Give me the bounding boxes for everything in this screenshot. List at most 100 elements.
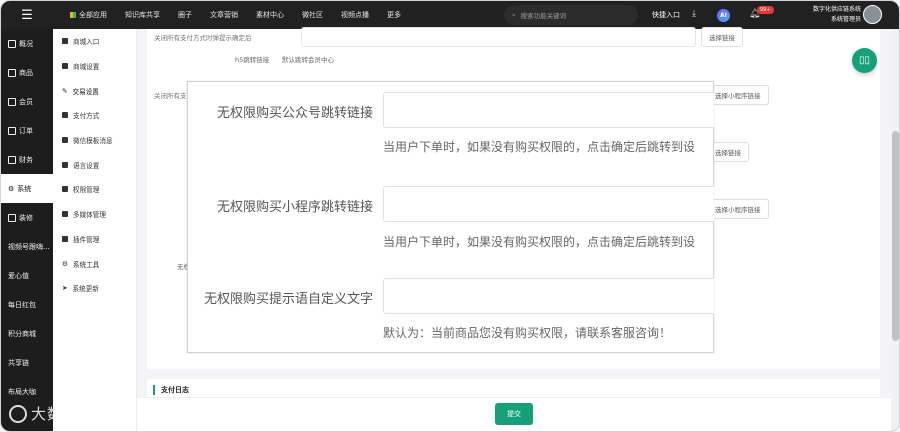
bg-row4-select-miniprogram-button[interactable]: 选择小程序链接	[707, 199, 769, 219]
overview-icon	[8, 39, 16, 48]
subnav-label: 多媒体管理	[73, 211, 106, 220]
top-nav-community[interactable]: 微社区	[293, 10, 332, 20]
download-icon[interactable]: ⤓	[692, 9, 696, 19]
sidebar-item-points-mall[interactable]: 积分商城	[1, 319, 53, 348]
sidebar-item-system[interactable]: ⚙ 系统	[1, 174, 53, 203]
settings-icon	[62, 63, 68, 70]
official-account-link-input[interactable]	[383, 92, 714, 128]
subnav-label: 系统更新	[72, 285, 99, 294]
subnav-item-wechat-template[interactable]: 微信模板消息	[53, 128, 136, 153]
search-input[interactable]: ⌕ 搜索功能关键词	[504, 5, 638, 25]
field-hint-custom-tip-text: 默认为：当前商品您没有购买权限，请联系客服咨询！	[383, 326, 672, 340]
sidebar-item-label: 爱心值	[8, 271, 29, 280]
sidebar-item-order[interactable]: 订单	[1, 116, 53, 145]
subnav-item-update[interactable]: ➤ 系统更新	[53, 276, 136, 301]
sidebar-item-goods[interactable]: 商品	[1, 58, 53, 87]
subnav-item-language[interactable]: 语言设置	[53, 152, 136, 177]
subnav-item-media[interactable]: 多媒体管理	[53, 202, 136, 227]
sidebar-item-label: 会员	[19, 97, 33, 106]
sidebar-item-share-chain[interactable]: 共享链	[1, 348, 53, 377]
book-icon[interactable]: ▯▯	[852, 48, 877, 73]
member-icon	[8, 97, 16, 106]
sidebar-item-member[interactable]: 会员	[1, 87, 53, 116]
bg-row1-select-link-button[interactable]: 选择链接	[701, 27, 743, 47]
sidebar-item-video-channel[interactable]: 视频号跟嗨...	[1, 232, 53, 261]
notification-badge: 99+	[757, 6, 774, 14]
subnav-item-plugins[interactable]: 插件管理	[53, 227, 136, 252]
order-icon	[8, 126, 16, 135]
subnav-label: 商城入口	[73, 38, 100, 47]
ai-assistant-icon[interactable]: AI	[717, 9, 730, 22]
search-icon: ⌕	[512, 10, 516, 19]
top-nav-label: 全部应用	[79, 11, 107, 19]
top-nav-more[interactable]: 更多	[378, 10, 410, 20]
subnav-item-tools[interactable]: ⚙ 系统工具	[53, 251, 136, 276]
pay-log-title: 支付日志	[161, 386, 189, 394]
top-nav-article[interactable]: 文章营销	[201, 10, 247, 20]
avatar[interactable]	[863, 5, 882, 24]
top-nav-knowledge[interactable]: 知识库共享	[116, 10, 169, 20]
gear-icon: ⚙	[62, 259, 68, 268]
wechat-icon	[62, 137, 68, 144]
app-window: ☰ 全部应用 知识库共享 圈子 文章营销 素材中心 微社区 视频点播 更多 ⌕ …	[0, 0, 900, 432]
bg-row1-input[interactable]	[301, 27, 696, 47]
section-accent-bar	[153, 385, 155, 395]
sidebar-item-label: 积分商城	[8, 329, 36, 338]
watermark-text: 大数跨境	[31, 405, 96, 423]
subnav-label: 微信模板消息	[73, 137, 113, 146]
user-org-name: 数字化供应链系统	[812, 6, 861, 13]
top-nav-video[interactable]: 视频点播	[332, 10, 378, 20]
menu-toggle-icon[interactable]: ☰	[1, 1, 53, 29]
language-icon	[62, 161, 68, 168]
top-nav-material[interactable]: 素材中心	[247, 10, 293, 20]
sidebar-item-label: 系统	[17, 184, 32, 193]
media-icon	[62, 211, 68, 218]
miniprogram-link-input[interactable]	[383, 186, 714, 222]
decor-icon	[8, 213, 16, 222]
top-nav-all-apps[interactable]: 全部应用	[61, 10, 116, 20]
sidebar-item-decor[interactable]: 装修	[1, 203, 53, 232]
subnav-label: 支付方式	[73, 112, 100, 121]
top-nav-circle[interactable]: 圈子	[169, 10, 201, 20]
subnav-item-payment[interactable]: 支付方式	[53, 103, 136, 128]
sidebar-item-label: 装修	[19, 213, 33, 222]
bg-row1-text: 关闭所有支付方式时弹提示确定后	[154, 34, 252, 42]
finance-icon	[8, 155, 16, 164]
subnav-item-permissions[interactable]: 权限管理	[53, 177, 136, 202]
subnav-label: 语言设置	[73, 161, 100, 170]
sidebar-item-label: 布局大咖	[8, 387, 36, 396]
sidebar-item-overview[interactable]: 概况	[1, 29, 53, 58]
key-icon	[62, 186, 68, 193]
send-icon: ➤	[62, 284, 68, 293]
submit-button[interactable]: 提交	[495, 403, 533, 425]
primary-sidebar: 概况 商品 会员 订单 财务 ⚙ 系统 装修 视频号跟嗨... 爱心值 每日红包 …	[1, 29, 53, 431]
sidebar-item-label: 视频号跟嗨...	[8, 242, 50, 251]
bg-h5-value: 默认跳转会员中心	[282, 56, 334, 64]
top-bar: ☰ 全部应用 知识库共享 圈子 文章营销 素材中心 微社区 视频点播 更多 ⌕ …	[1, 1, 899, 29]
quick-entry-link[interactable]: 快捷入口	[652, 10, 680, 20]
watermark-logo-icon	[9, 404, 27, 423]
payment-icon	[62, 112, 68, 119]
apps-grid-icon	[70, 12, 76, 18]
sidebar-item-layout[interactable]: 布局大咖	[1, 377, 53, 406]
sidebar-item-love-value[interactable]: 爱心值	[1, 261, 53, 290]
plugin-icon	[62, 235, 68, 242]
bg-row2-select-miniprogram-button[interactable]: 选择小程序链接	[707, 85, 769, 105]
sidebar-item-finance[interactable]: 财务	[1, 145, 53, 174]
field-hint-official-account-link: 当用户下单时，如果没有购买权限的，点击确定后跳转到设	[383, 140, 696, 154]
subnav-label: 插件管理	[73, 235, 100, 244]
sidebar-item-daily-redpacket[interactable]: 每日红包	[1, 290, 53, 319]
bg-h5-label: h5跳转链接	[235, 56, 270, 64]
gear-icon: ⚙	[8, 184, 15, 193]
scrollbar-thumb[interactable]	[892, 131, 899, 341]
sidebar-item-label: 财务	[19, 155, 33, 164]
custom-tip-text-input[interactable]	[383, 278, 714, 314]
subnav-label: 交易设置	[72, 87, 99, 96]
secondary-sidebar: 商城入口 商城设置 ✎ 交易设置 支付方式 微信模板消息 语言设置 权限管理 多媒…	[53, 29, 137, 431]
subnav-item-mall-entry[interactable]: 商城入口	[53, 29, 136, 54]
entry-icon	[62, 38, 68, 45]
subnav-item-trade-settings[interactable]: ✎ 交易设置	[53, 78, 136, 103]
user-info[interactable]: 数字化供应链系统 系统管理员	[801, 5, 861, 25]
watermark: 大数跨境	[9, 403, 95, 424]
subnav-item-mall-settings[interactable]: 商城设置	[53, 54, 136, 79]
